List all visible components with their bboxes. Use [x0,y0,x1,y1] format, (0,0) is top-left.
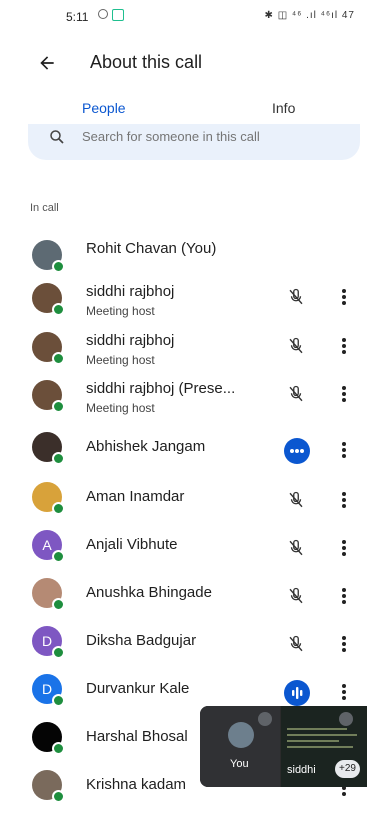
participant-role: Meeting host [86,304,155,318]
avatar [228,722,254,748]
participant-row[interactable]: siddhi rajbhoj Meeting host [0,332,367,378]
back-button[interactable] [32,48,62,78]
pip-self-tile: You [200,706,280,787]
mic-off-icon[interactable] [284,334,308,358]
participant-name: Durvankur Kale [86,680,190,697]
pip-remote-tile: siddhi +29 [281,706,367,787]
avatar [32,380,65,413]
online-status-dot [52,598,65,611]
pip-self-label: You [230,758,249,770]
online-status-dot [52,694,65,707]
participant-name: Anushka Bhingade [86,584,212,601]
more-vert-icon[interactable] [334,582,354,610]
participant-row[interactable]: siddhi rajbhoj Meeting host [0,283,367,329]
participant-row[interactable]: Abhishek Jangam [0,432,367,478]
mic-off-icon[interactable] [284,584,308,608]
participant-row[interactable]: siddhi rajbhoj (Prese... Meeting host [0,380,367,426]
search-bar[interactable] [28,124,360,160]
pip-extra-count: +29 [335,760,360,778]
search-input[interactable] [82,129,342,144]
more-vert-icon[interactable] [334,436,354,464]
participant-role: Meeting host [86,401,155,415]
online-status-dot [52,352,65,365]
pip-remote-label: siddhi [287,764,316,776]
section-label-in-call: In call [30,202,59,214]
more-vert-icon[interactable] [334,534,354,562]
participant-row[interactable]: A Anjali Vibhute [0,530,367,576]
top-app-bar: About this call [0,42,367,82]
more-vert-icon[interactable] [334,283,354,311]
online-status-dot [52,550,65,563]
participant-row[interactable]: D Diksha Badgujar [0,626,367,672]
participant-name: Harshal Bhosal [86,728,188,745]
avatar [32,432,65,465]
mic-off-icon[interactable] [284,632,308,656]
status-time: 5:11 [66,10,89,24]
participant-name: siddhi rajbhoj (Prese... [86,380,236,397]
speaking-indicator-icon[interactable] [284,680,310,706]
online-status-dot [52,400,65,413]
online-status-dot [52,502,65,515]
online-status-dot [52,452,65,465]
tab-people[interactable]: People [82,100,126,116]
avatar [32,770,65,803]
participant-name: Abhishek Jangam [86,438,206,455]
arrow-back-icon [40,56,54,70]
status-indicators: ✱ ◫ ⁴⁶ .ıl ⁴⁶ıl 47 [264,10,355,21]
avatar: D [32,626,65,659]
avatar: A [32,530,65,563]
avatar [32,722,65,755]
participant-row[interactable]: Rohit Chavan (You) [0,240,367,286]
participant-name: Krishna kadam [86,776,187,793]
speaking-indicator-icon[interactable] [284,438,310,464]
status-bar: 5:11 ✱ ◫ ⁴⁶ .ıl ⁴⁶ıl 47 [0,0,367,34]
avatar [32,240,65,273]
more-vert-icon[interactable] [334,486,354,514]
online-status-dot [52,260,65,273]
participant-name: Rohit Chavan (You) [86,240,217,257]
avatar [32,283,65,316]
participant-name: Diksha Badgujar [86,632,197,649]
mic-off-icon [258,712,272,726]
picture-in-picture-preview[interactable]: You siddhi +29 [200,706,367,787]
participant-row[interactable]: Aman Inamdar [0,482,367,528]
tab-info[interactable]: Info [272,100,295,116]
participant-name: siddhi rajbhoj [86,332,175,349]
avatar [32,332,65,365]
more-vert-icon[interactable] [334,678,354,706]
online-status-dot [52,303,65,316]
search-icon [50,130,64,144]
mic-off-icon[interactable] [284,285,308,309]
mic-off-icon[interactable] [284,488,308,512]
page-title: About this call [90,52,203,72]
mic-off-icon [339,712,353,726]
more-vert-icon[interactable] [334,332,354,360]
participant-role: Meeting host [86,353,155,367]
participant-name: Aman Inamdar [86,488,185,505]
participant-name: siddhi rajbhoj [86,283,175,300]
avatar [32,578,65,611]
more-vert-icon[interactable] [334,630,354,658]
participant-name: Anjali Vibhute [86,536,178,553]
status-notification-icons [98,9,124,21]
online-status-dot [52,742,65,755]
avatar [32,482,65,515]
mic-off-icon[interactable] [284,382,308,406]
online-status-dot [52,646,65,659]
avatar: D [32,674,65,707]
more-vert-icon[interactable] [334,380,354,408]
mic-off-icon[interactable] [284,536,308,560]
participant-row[interactable]: Anushka Bhingade [0,578,367,624]
